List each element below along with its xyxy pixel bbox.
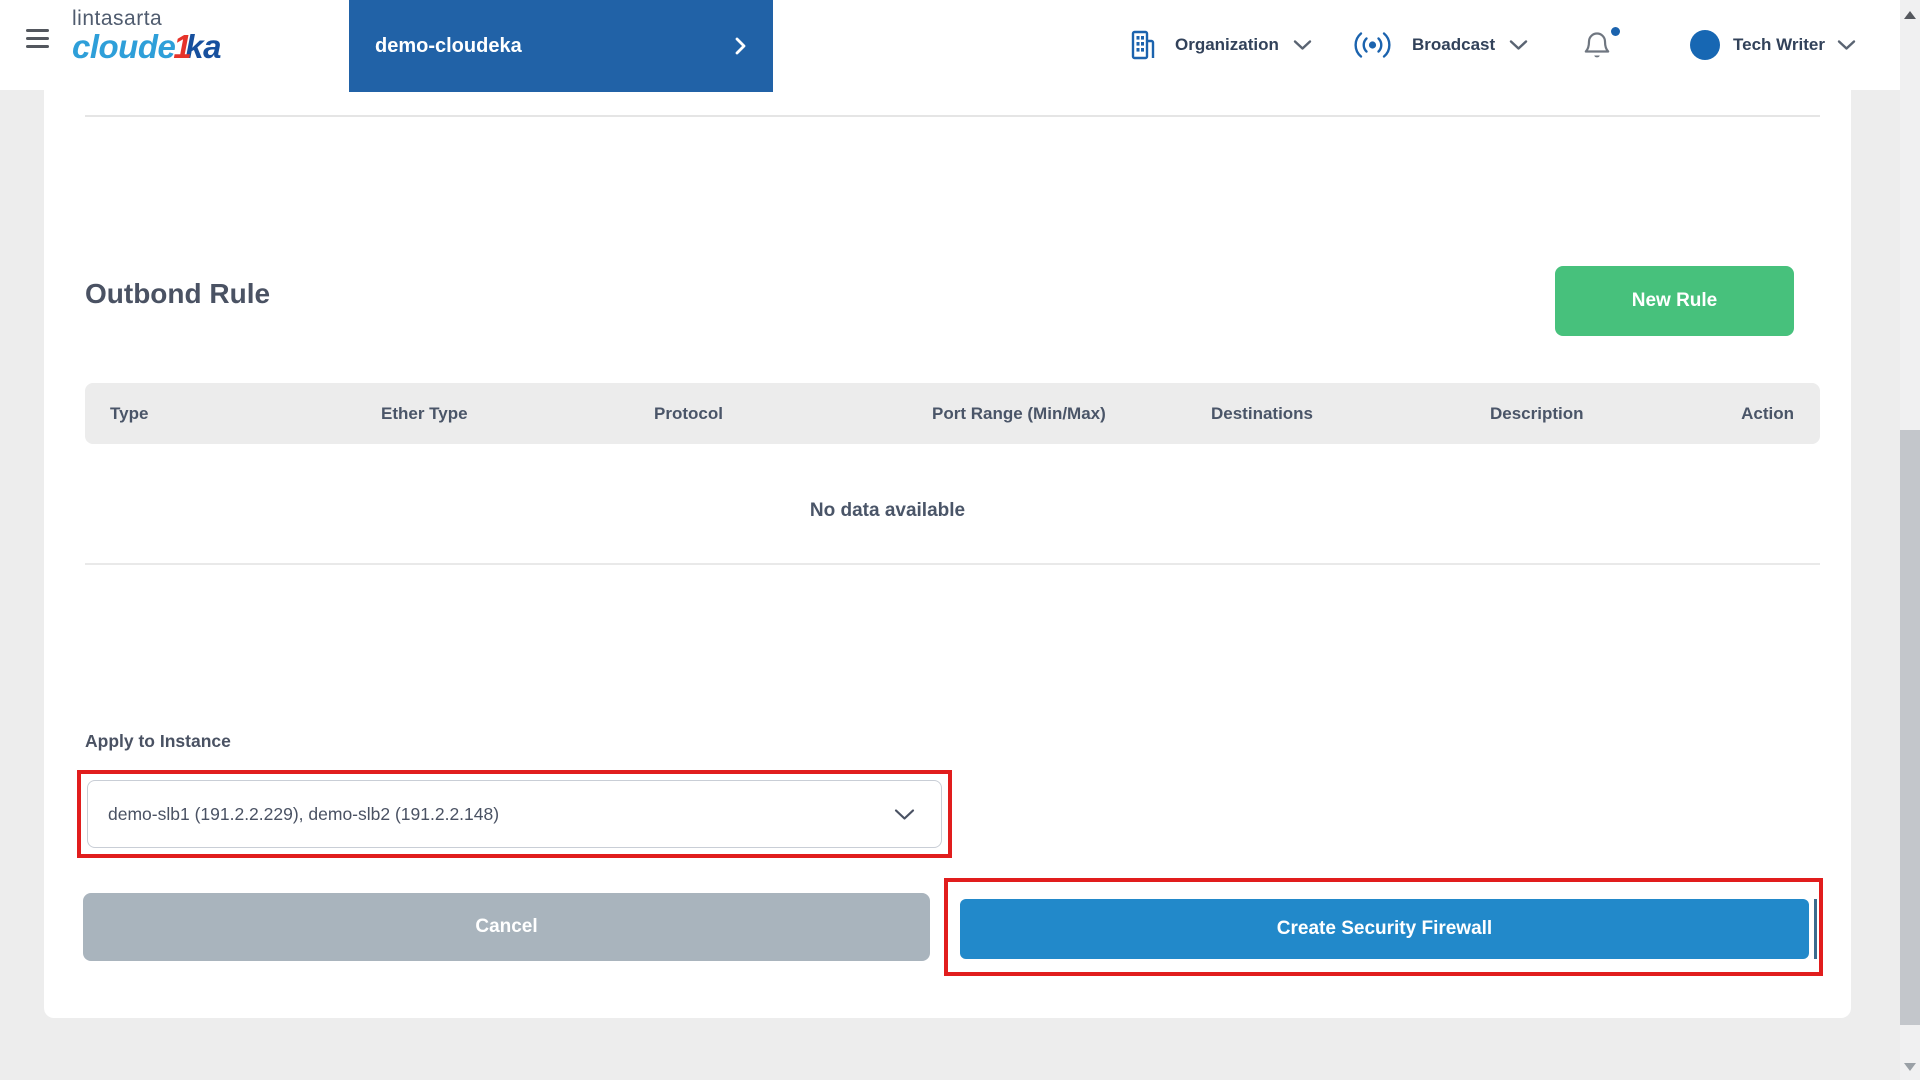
- chevron-down-icon: [1509, 39, 1528, 51]
- create-security-firewall-button[interactable]: Create Security Firewall: [960, 899, 1809, 959]
- apply-to-instance-select[interactable]: demo-slb1 (191.2.2.229), demo-slb2 (191.…: [87, 780, 942, 848]
- column-header-ether-type: Ether Type: [381, 404, 654, 424]
- project-name: demo-cloudeka: [375, 35, 522, 58]
- empty-table-message: No data available: [85, 500, 1820, 522]
- outbound-rules-table-header: Type Ether Type Protocol Port Range (Min…: [85, 383, 1820, 444]
- broadcast-signal-icon: [1350, 30, 1395, 60]
- security-firewall-panel: Outbond Rule New Rule Type Ether Type Pr…: [44, 90, 1851, 1018]
- column-header-protocol: Protocol: [654, 404, 932, 424]
- logo-brand-text: cloude1ka: [72, 30, 221, 63]
- submit-button-edge-mark: [1814, 899, 1817, 959]
- chevron-right-icon: [734, 35, 747, 57]
- user-name-label: Tech Writer: [1733, 35, 1825, 55]
- notifications-button[interactable]: [1583, 0, 1611, 90]
- bell-icon: [1583, 30, 1611, 60]
- column-header-action: Action: [1739, 404, 1794, 424]
- column-header-type: Type: [110, 404, 381, 424]
- scroll-down-arrow[interactable]: [1904, 1063, 1916, 1071]
- scroll-up-arrow[interactable]: [1904, 11, 1916, 19]
- vertical-scrollbar[interactable]: [1900, 0, 1920, 1080]
- lintasarta-cloudeka-logo: lintasarta cloude1ka: [72, 8, 221, 63]
- red-highlight-create-button: Create Security Firewall: [944, 878, 1823, 976]
- menu-hamburger-icon[interactable]: [26, 29, 50, 61]
- broadcast-menu[interactable]: Broadcast: [1350, 0, 1528, 90]
- instance-select-value: demo-slb1 (191.2.2.229), demo-slb2 (191.…: [108, 804, 894, 825]
- red-highlight-instance-select: demo-slb1 (191.2.2.229), demo-slb2 (191.…: [77, 770, 952, 858]
- user-avatar: [1690, 30, 1720, 60]
- apply-to-instance-label: Apply to Instance: [85, 731, 231, 752]
- table-bottom-divider: [85, 563, 1820, 565]
- top-header: lintasarta cloude1ka demo-cloudeka Organ…: [0, 0, 1920, 90]
- broadcast-label: Broadcast: [1412, 35, 1495, 55]
- column-header-destinations: Destinations: [1211, 404, 1490, 424]
- user-account-menu[interactable]: Tech Writer: [1690, 0, 1856, 90]
- new-rule-button[interactable]: New Rule: [1555, 266, 1794, 336]
- outbound-rule-section-title: Outbond Rule: [85, 278, 270, 310]
- cancel-button[interactable]: Cancel: [83, 893, 930, 961]
- chevron-down-icon: [1293, 39, 1312, 51]
- scrollbar-thumb[interactable]: [1900, 430, 1920, 1025]
- column-header-port-range: Port Range (Min/Max): [932, 404, 1211, 424]
- logo-company-text: lintasarta: [72, 8, 221, 29]
- chevron-down-icon: [1837, 39, 1856, 51]
- organization-label: Organization: [1175, 35, 1279, 55]
- top-divider: [85, 115, 1820, 117]
- column-header-description: Description: [1490, 404, 1739, 424]
- notification-dot-badge: [1611, 27, 1620, 36]
- project-selector-tab[interactable]: demo-cloudeka: [349, 0, 773, 92]
- chevron-down-icon: [894, 808, 915, 821]
- organization-menu[interactable]: Organization: [1128, 0, 1312, 90]
- organization-building-icon: [1128, 29, 1158, 61]
